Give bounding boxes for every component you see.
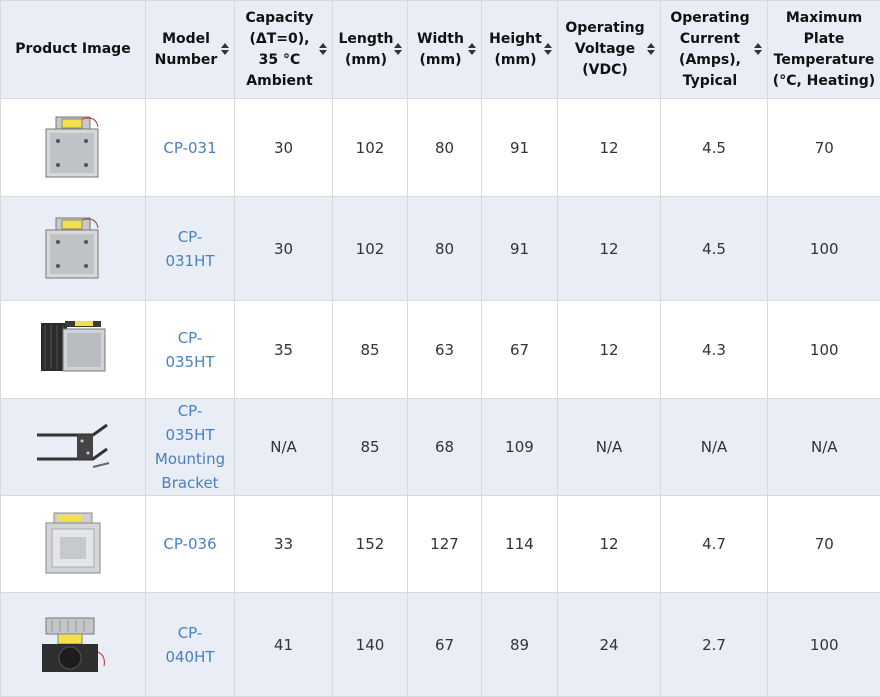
- max-temp-cell: 70: [768, 99, 880, 197]
- current-cell: 2.7: [661, 593, 768, 697]
- max-temp-cell: 100: [768, 301, 880, 399]
- capacity-cell: 35: [235, 301, 333, 399]
- max-temp-cell: 70: [768, 496, 880, 593]
- table-row: CP-035HT Mounting Bracket N/A 85 68 109 …: [1, 399, 880, 496]
- model-link[interactable]: CP-035HT Mounting Bracket: [146, 399, 234, 495]
- width-cell: 68: [408, 399, 482, 496]
- max-temp-cell: 100: [768, 593, 880, 697]
- table-row: CP-031 30 102 80 91 12 4.5 70: [1, 99, 880, 197]
- header-label: Height (mm): [486, 29, 545, 71]
- current-cell: 4.7: [661, 496, 768, 593]
- capacity-cell: 41: [235, 593, 333, 697]
- header-length[interactable]: Length (mm): [333, 1, 408, 99]
- header-height[interactable]: Height (mm): [482, 1, 558, 99]
- model-link[interactable]: CP-031HT: [146, 225, 234, 273]
- current-cell: 4.5: [661, 197, 768, 301]
- header-width[interactable]: Width (mm): [408, 1, 482, 99]
- sort-icon[interactable]: [467, 43, 476, 57]
- voltage-cell: 12: [558, 301, 661, 399]
- product-image-cell[interactable]: [1, 399, 146, 496]
- max-temp-cell: 100: [768, 197, 880, 301]
- height-cell: 67: [482, 301, 558, 399]
- header-max-plate-temp: Maximum Plate Temperature (°C, Heating): [768, 1, 880, 99]
- sort-icon[interactable]: [318, 43, 327, 57]
- capacity-cell: N/A: [235, 399, 333, 496]
- model-cell: CP-040HT: [146, 593, 235, 697]
- width-cell: 80: [408, 197, 482, 301]
- height-cell: 114: [482, 496, 558, 593]
- header-label: Operating Current (Amps), Typical: [665, 8, 755, 92]
- length-cell: 140: [333, 593, 408, 697]
- voltage-cell: 24: [558, 593, 661, 697]
- capacity-cell: 33: [235, 496, 333, 593]
- finned-heatsink-cooler-thumbnail[interactable]: [35, 317, 111, 383]
- width-cell: 127: [408, 496, 482, 593]
- header-row: Product Image Model Number Capacity (ΔT=…: [1, 1, 880, 99]
- model-link[interactable]: CP-036: [155, 532, 224, 556]
- height-cell: 109: [482, 399, 558, 496]
- length-cell: 102: [333, 99, 408, 197]
- width-cell: 80: [408, 99, 482, 197]
- current-cell: N/A: [661, 399, 768, 496]
- voltage-cell: 12: [558, 197, 661, 301]
- cooler-with-yellow-label-thumbnail[interactable]: [38, 214, 108, 284]
- capacity-cell: 30: [235, 197, 333, 301]
- model-cell: CP-035HT Mounting Bracket: [146, 399, 235, 496]
- length-cell: 102: [333, 197, 408, 301]
- sort-icon[interactable]: [220, 43, 229, 57]
- voltage-cell: 12: [558, 99, 661, 197]
- sort-icon[interactable]: [393, 43, 402, 57]
- header-label: Length (mm): [337, 29, 395, 71]
- length-cell: 85: [333, 301, 408, 399]
- voltage-cell: N/A: [558, 399, 661, 496]
- model-link[interactable]: CP-031: [155, 136, 224, 160]
- current-cell: 4.3: [661, 301, 768, 399]
- cooler-with-yellow-label-thumbnail[interactable]: [38, 113, 108, 183]
- model-cell: CP-031HT: [146, 197, 235, 301]
- header-model-number[interactable]: Model Number: [146, 1, 235, 99]
- table-row: CP-035HT 35 85 63 67 12 4.3 100: [1, 301, 880, 399]
- product-table: Product Image Model Number Capacity (ΔT=…: [0, 0, 880, 697]
- model-cell: CP-031: [146, 99, 235, 197]
- mounting-bracket-thumbnail[interactable]: [33, 421, 113, 473]
- current-cell: 4.5: [661, 99, 768, 197]
- sort-icon[interactable]: [753, 43, 762, 57]
- header-label: Maximum Plate Temperature (°C, Heating): [772, 8, 876, 92]
- sort-icon[interactable]: [543, 43, 552, 57]
- height-cell: 89: [482, 593, 558, 697]
- table-row: CP-040HT 41 140 67 89 24 2.7 100: [1, 593, 880, 697]
- header-operating-current[interactable]: Operating Current (Amps), Typical: [661, 1, 768, 99]
- product-image-cell[interactable]: [1, 197, 146, 301]
- height-cell: 91: [482, 99, 558, 197]
- product-image-cell[interactable]: [1, 99, 146, 197]
- header-capacity[interactable]: Capacity (ΔT=0), 35 °C Ambient: [235, 1, 333, 99]
- width-cell: 67: [408, 593, 482, 697]
- fan-cooler-thumbnail[interactable]: [36, 612, 110, 678]
- product-image-cell[interactable]: [1, 593, 146, 697]
- header-label: Operating Voltage (VDC): [562, 18, 648, 81]
- capacity-cell: 30: [235, 99, 333, 197]
- length-cell: 152: [333, 496, 408, 593]
- header-label: Width (mm): [412, 29, 469, 71]
- product-image-cell[interactable]: [1, 301, 146, 399]
- height-cell: 91: [482, 197, 558, 301]
- model-link[interactable]: CP-035HT: [146, 326, 234, 374]
- product-image-cell[interactable]: [1, 496, 146, 593]
- header-operating-voltage[interactable]: Operating Voltage (VDC): [558, 1, 661, 99]
- header-label: Model Number: [150, 29, 222, 71]
- voltage-cell: 12: [558, 496, 661, 593]
- table-row: CP-031HT 30 102 80 91 12 4.5 100: [1, 197, 880, 301]
- width-cell: 63: [408, 301, 482, 399]
- header-label: Product Image: [15, 39, 130, 60]
- header-label: Capacity (ΔT=0), 35 °C Ambient: [239, 8, 320, 92]
- box-cooler-thumbnail[interactable]: [40, 511, 106, 577]
- table-row: CP-036 33 152 127 114 12 4.7 70: [1, 496, 880, 593]
- header-product-image: Product Image: [1, 1, 146, 99]
- sort-icon[interactable]: [646, 43, 655, 57]
- model-cell: CP-036: [146, 496, 235, 593]
- model-link[interactable]: CP-040HT: [146, 621, 234, 669]
- model-cell: CP-035HT: [146, 301, 235, 399]
- length-cell: 85: [333, 399, 408, 496]
- max-temp-cell: N/A: [768, 399, 880, 496]
